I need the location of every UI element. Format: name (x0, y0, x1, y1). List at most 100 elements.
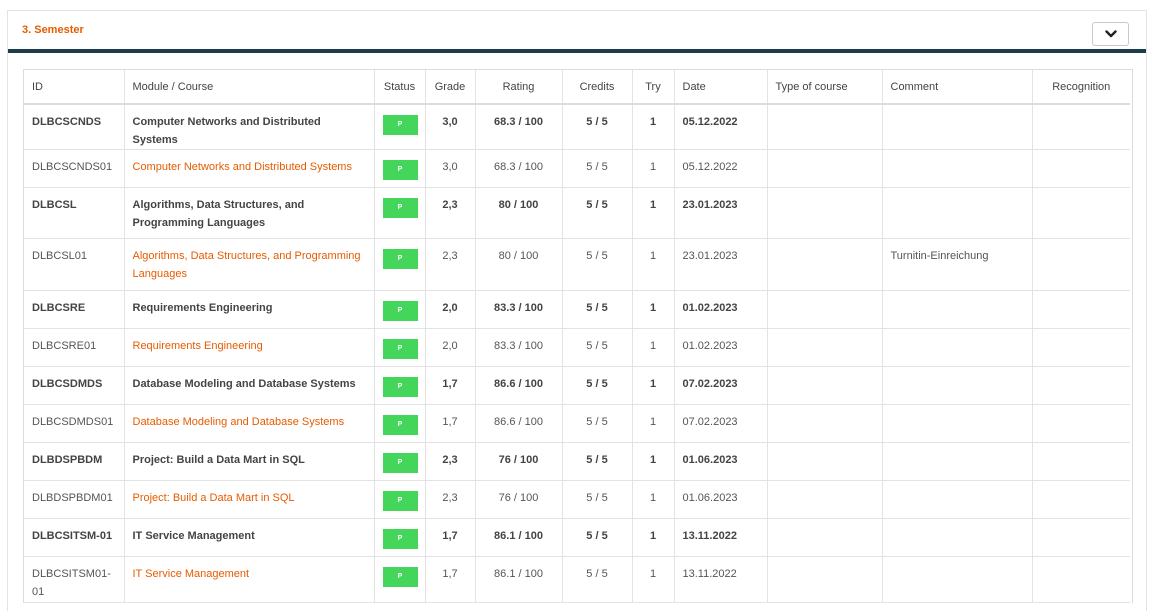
cell-rating: 68.3 / 100 (475, 104, 563, 150)
cell-date: 23.01.2023 (674, 238, 768, 291)
cell-grade: 1,7 (425, 518, 476, 557)
col-header-date[interactable]: Date (674, 70, 768, 105)
cell-date: 23.01.2023 (674, 187, 768, 239)
module-row: DLBCSL Algorithms, Data Structures, and P… (24, 187, 1130, 239)
cell-try: 1 (632, 480, 675, 519)
cell-comment (882, 442, 1033, 481)
cell-comment (882, 556, 1033, 603)
col-header-type[interactable]: Type of course (767, 70, 883, 105)
cell-id: DLBCSDMDS (24, 366, 125, 405)
cell-date: 13.11.2022 (674, 518, 768, 557)
module-row: DLBCSCNDS Computer Networks and Distribut… (24, 104, 1130, 150)
module-name: Requirements Engineering (124, 290, 375, 329)
status-badge: P (382, 339, 418, 359)
status-cell: P (374, 290, 426, 329)
cell-id: DLBCSITSM01-01 (24, 556, 125, 603)
cell-date: 01.06.2023 (674, 442, 768, 481)
cell-grade: 2,3 (425, 442, 476, 481)
cell-type (767, 187, 883, 239)
cell-credits: 5 / 5 (562, 187, 633, 239)
status-cell: P (374, 404, 426, 443)
course-row: DLBCSDMDS01 Database Modeling and Databas… (24, 404, 1130, 443)
cell-rating: 76 / 100 (475, 480, 563, 519)
cell-grade: 1,7 (425, 404, 476, 443)
course-link[interactable]: Computer Networks and Distributed System… (124, 149, 375, 188)
status-cell: P (374, 187, 426, 239)
cell-rating: 76 / 100 (475, 442, 563, 481)
cell-grade: 3,0 (425, 104, 476, 150)
cell-grade: 2,0 (425, 328, 476, 367)
col-header-id[interactable]: ID (24, 70, 125, 105)
status-cell: P (374, 366, 426, 405)
course-row: DLBCSCNDS01 Computer Networks and Distrib… (24, 149, 1130, 188)
status-badge: P (382, 198, 418, 218)
cell-type (767, 104, 883, 150)
cell-recognition (1032, 480, 1130, 519)
cell-recognition (1032, 404, 1130, 443)
grades-table: ID Module / Course Status Grade Rating C… (24, 70, 1130, 603)
col-header-comment[interactable]: Comment (882, 70, 1033, 105)
status-badge: P (382, 249, 418, 269)
cell-date: 01.02.2023 (674, 290, 768, 329)
cell-rating: 68.3 / 100 (475, 149, 563, 188)
grades-table-wrapper: ID Module / Course Status Grade Rating C… (23, 69, 1133, 603)
col-header-try[interactable]: Try (632, 70, 675, 105)
cell-recognition (1032, 366, 1130, 405)
col-header-recognition[interactable]: Recognition (1032, 70, 1130, 105)
cell-try: 1 (632, 518, 675, 557)
status-badge: P (382, 415, 418, 435)
cell-date: 01.02.2023 (674, 328, 768, 367)
cell-grade: 3,0 (425, 149, 476, 188)
cell-recognition (1032, 238, 1130, 291)
cell-date: 05.12.2022 (674, 104, 768, 150)
status-cell: P (374, 556, 426, 603)
course-link[interactable]: Algorithms, Data Structures, and Program… (124, 238, 375, 291)
status-badge: P (382, 567, 418, 587)
table-header-row: ID Module / Course Status Grade Rating C… (24, 70, 1130, 105)
course-row: DLBCSRE01 Requirements Engineering P 2,0 83.… (24, 328, 1130, 367)
cell-credits: 5 / 5 (562, 238, 633, 291)
cell-type (767, 480, 883, 519)
cell-id: DLBCSCNDS (24, 104, 125, 150)
cell-date: 07.02.2023 (674, 366, 768, 405)
col-header-grade[interactable]: Grade (425, 70, 476, 105)
status-badge: P (382, 160, 418, 180)
cell-date: 01.06.2023 (674, 480, 768, 519)
cell-try: 1 (632, 328, 675, 367)
cell-type (767, 149, 883, 188)
cell-type (767, 518, 883, 557)
cell-grade: 2,3 (425, 187, 476, 239)
module-name: Algorithms, Data Structures, and Program… (124, 187, 375, 239)
cell-id: DLBCSL01 (24, 238, 125, 291)
col-header-module[interactable]: Module / Course (124, 70, 375, 105)
module-row: DLBCSRE Requirements Engineering P 2,0 83.3 … (24, 290, 1130, 329)
course-link[interactable]: Database Modeling and Database Systems (124, 404, 375, 443)
course-link[interactable]: Project: Build a Data Mart in SQL (124, 480, 375, 519)
cell-rating: 83.3 / 100 (475, 290, 563, 329)
course-link[interactable]: Requirements Engineering (124, 328, 375, 367)
collapse-toggle-button[interactable] (1092, 22, 1129, 46)
cell-credits: 5 / 5 (562, 404, 633, 443)
semester-panel: 3. Semester ID Module / Course Status Gr… (7, 10, 1147, 611)
chevron-down-icon (1105, 30, 1117, 38)
cell-credits: 5 / 5 (562, 556, 633, 603)
cell-id: DLBCSL (24, 187, 125, 239)
module-name: Project: Build a Data Mart in SQL (124, 442, 375, 481)
cell-recognition (1032, 328, 1130, 367)
cell-id: DLBCSRE (24, 290, 125, 329)
cell-type (767, 238, 883, 291)
course-link[interactable]: IT Service Management (124, 556, 375, 603)
col-header-credits[interactable]: Credits (562, 70, 633, 105)
col-header-status[interactable]: Status (374, 70, 426, 105)
status-badge: P (382, 491, 418, 511)
cell-type (767, 328, 883, 367)
cell-try: 1 (632, 238, 675, 291)
cell-id: DLBCSITSM-01 (24, 518, 125, 557)
col-header-rating[interactable]: Rating (475, 70, 563, 105)
cell-try: 1 (632, 149, 675, 188)
status-cell: P (374, 104, 426, 150)
panel-title[interactable]: 3. Semester (22, 24, 84, 36)
cell-try: 1 (632, 104, 675, 150)
panel-header: 3. Semester (8, 11, 1146, 53)
cell-grade: 2,3 (425, 238, 476, 291)
